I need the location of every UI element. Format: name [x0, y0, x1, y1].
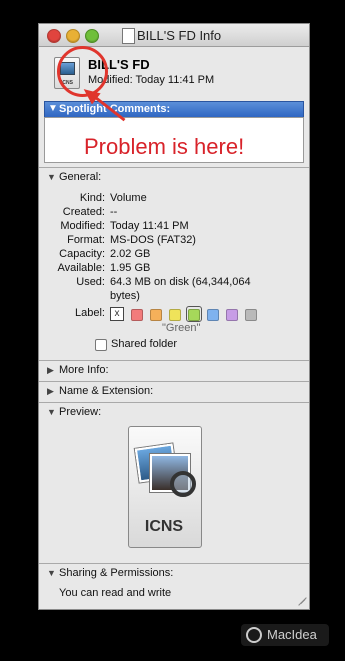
row-value: Today 11:41 PM — [110, 220, 189, 232]
document-icon — [122, 28, 135, 44]
label-green-swatch[interactable] — [188, 309, 200, 321]
logo-icon — [246, 627, 262, 643]
section-name-extension-label: Name & Extension: — [59, 385, 154, 397]
row-key: Capacity: — [59, 248, 105, 260]
disclosure-closed-icon: ▶ — [47, 386, 54, 396]
label-red-swatch[interactable] — [131, 309, 143, 321]
row-value: 64.3 MB on disk (64,344,064 — [110, 276, 251, 288]
close-button[interactable] — [47, 29, 61, 43]
window-title: BILL'S FD Info — [137, 28, 222, 43]
row-value: MS-DOS (FAT32) — [110, 234, 196, 246]
spotlight-comments-header[interactable]: ▼ Spotlight Comments: — [44, 101, 304, 118]
section-more-info-label: More Info: — [59, 364, 109, 376]
section-more-info[interactable]: ▶ More Info: — [47, 364, 109, 376]
preview-icon-label: ICNS — [144, 518, 184, 535]
permissions-text: You can read and write — [59, 587, 172, 599]
disclosure-open-icon: ▼ — [48, 103, 58, 114]
magnifier-icon — [170, 471, 196, 497]
info-window: BILL'S FD Info ICNS BILL'S FD Modified: … — [38, 23, 310, 610]
section-name-extension[interactable]: ▶ Name & Extension: — [47, 385, 153, 397]
row-key: Kind: — [79, 192, 105, 204]
disclosure-open-icon: ▼ — [47, 568, 56, 578]
row-value: -- — [110, 206, 118, 218]
divider — [39, 381, 309, 382]
label-purple-swatch[interactable] — [226, 309, 238, 321]
section-general-label: General: — [59, 171, 102, 183]
annotation-text: Problem is here! — [84, 134, 245, 159]
shared-folder-checkbox[interactable] — [95, 339, 107, 351]
shared-folder-label: Shared folder — [111, 338, 178, 350]
label-none-swatch[interactable]: x — [110, 307, 124, 321]
divider — [39, 563, 309, 564]
row-key: Available: — [57, 262, 106, 274]
row-value: 2.02 GB — [110, 248, 151, 260]
row-key: Created: — [62, 206, 105, 218]
label-yellow-swatch[interactable] — [169, 309, 181, 321]
minimize-button[interactable] — [66, 29, 80, 43]
logo-text: MacIdea — [267, 627, 317, 642]
title-bar[interactable]: BILL'S FD Info — [39, 24, 309, 47]
section-preview[interactable]: ▼ Preview: — [47, 406, 101, 418]
label-selected-name: "Green" — [162, 322, 201, 334]
disclosure-open-icon: ▼ — [47, 407, 56, 417]
section-general[interactable]: ▼ General: — [47, 171, 101, 183]
watermark-logo: MacIdea — [241, 624, 329, 646]
section-sharing-label: Sharing & Permissions: — [59, 567, 174, 579]
row-key: Modified: — [60, 220, 105, 232]
zoom-button[interactable] — [85, 29, 99, 43]
label-gray-swatch[interactable] — [245, 309, 257, 321]
row-value: Volume — [110, 192, 147, 204]
section-sharing-permissions[interactable]: ▼ Sharing & Permissions: — [47, 567, 173, 579]
divider — [39, 360, 309, 361]
row-value: bytes) — [110, 290, 140, 302]
divider — [39, 167, 309, 168]
divider — [39, 402, 309, 403]
label-blue-swatch[interactable] — [207, 309, 219, 321]
label-orange-swatch[interactable] — [150, 309, 162, 321]
disclosure-open-icon: ▼ — [47, 172, 56, 182]
preview-icns-icon: ICNS — [128, 426, 202, 548]
resize-grip[interactable] — [295, 596, 307, 606]
row-key: Format: — [67, 234, 105, 246]
disclosure-closed-icon: ▶ — [47, 365, 54, 375]
row-key: Used: — [76, 276, 105, 288]
section-preview-label: Preview: — [59, 406, 102, 418]
row-value: 1.95 GB — [110, 262, 151, 274]
label-key: Label: — [75, 307, 105, 319]
